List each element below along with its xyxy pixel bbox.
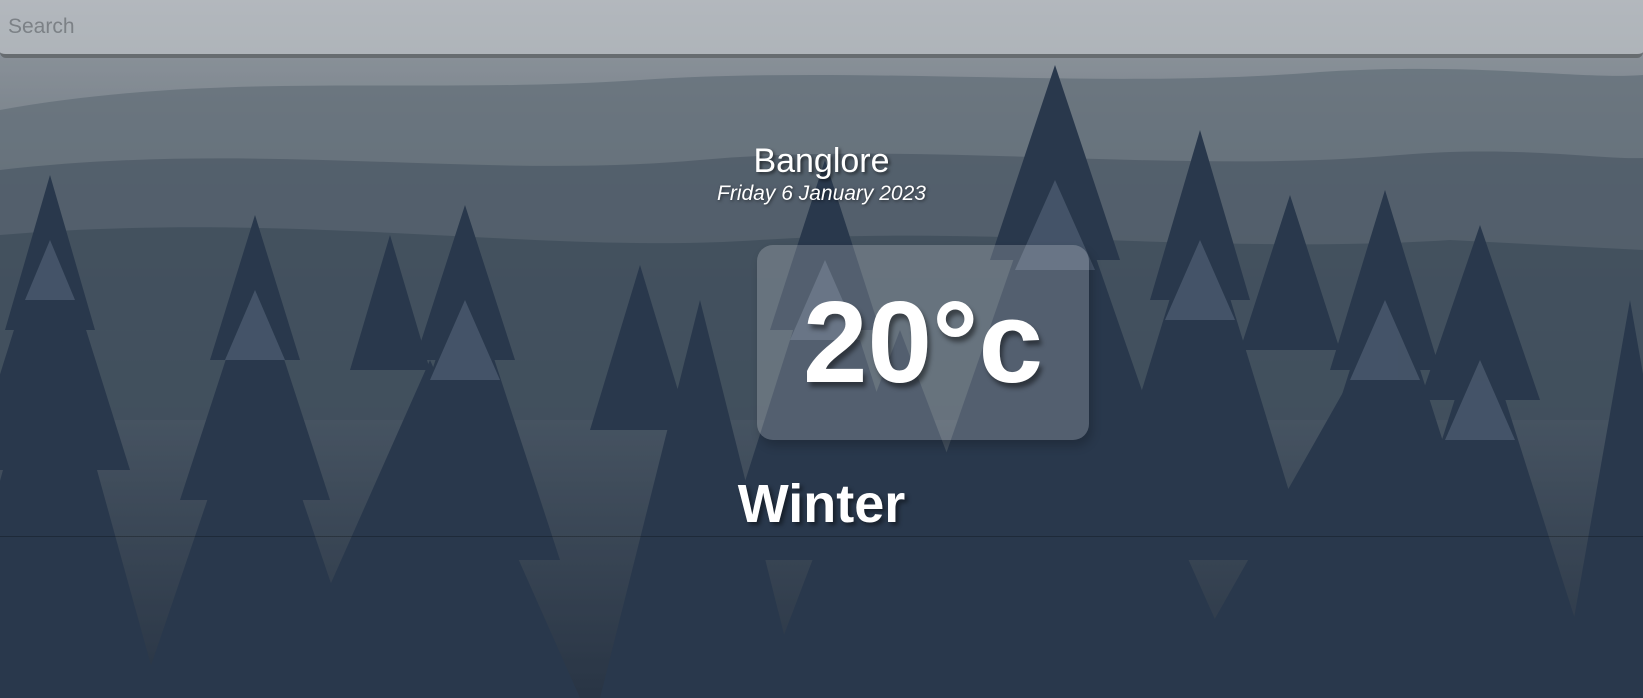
temperature-card: 20°c xyxy=(757,245,1089,440)
weather-condition: Winter xyxy=(737,474,906,534)
current-date: Friday 6 January 2023 xyxy=(717,182,926,205)
temperature-value: 20°c xyxy=(803,277,1043,407)
location-block: Banglore Friday 6 January 2023 xyxy=(0,141,1643,207)
search-input[interactable] xyxy=(0,0,1643,54)
search-bar xyxy=(0,0,1643,58)
weather-app: Banglore Friday 6 January 2023 20°c Wint… xyxy=(0,0,1643,698)
divider xyxy=(0,536,1643,537)
city-name: Banglore xyxy=(753,142,890,180)
